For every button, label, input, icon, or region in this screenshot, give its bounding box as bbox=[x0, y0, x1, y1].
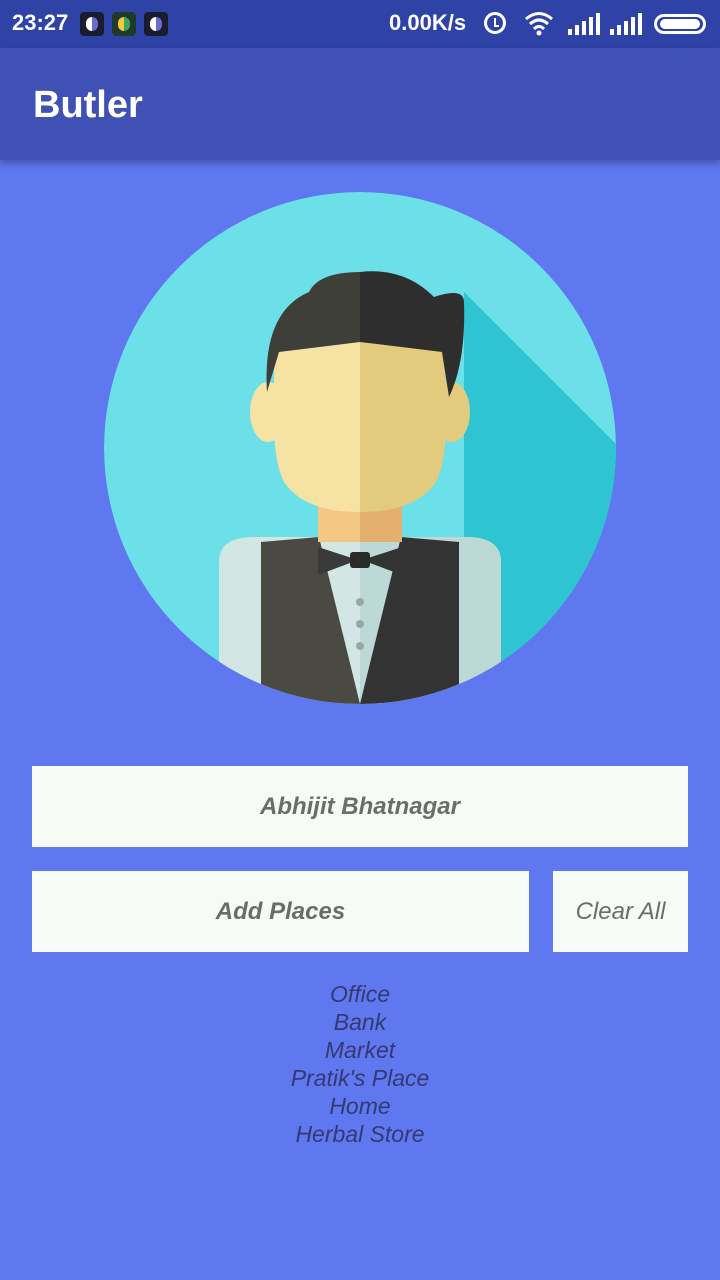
place-item-pratiks-place: Pratik's Place bbox=[290, 1065, 430, 1091]
app-notification-icon bbox=[144, 12, 168, 36]
network-speed: 0.00K/s bbox=[389, 10, 467, 35]
app-title: Butler bbox=[33, 84, 143, 126]
clear-all-label: Clear All bbox=[575, 897, 666, 925]
app-bar: Butler bbox=[0, 48, 720, 160]
add-places-label: Add Places bbox=[215, 897, 346, 925]
wifi-icon bbox=[525, 12, 553, 36]
butler-avatar-icon bbox=[104, 192, 616, 704]
status-bar: 23:27 0.00K/s bbox=[0, 0, 720, 48]
app-notification-icon bbox=[112, 12, 136, 36]
signal-icon bbox=[568, 13, 600, 35]
alarm-icon bbox=[484, 12, 506, 34]
places-list: Office Bank Market Pratik's Place Home H… bbox=[0, 980, 720, 1148]
place-item-home: Home bbox=[329, 1093, 391, 1119]
place-item-market: Market bbox=[324, 1037, 396, 1063]
place-item-bank: Bank bbox=[333, 1009, 387, 1035]
status-time: 23:27 bbox=[12, 10, 69, 35]
signal-icon bbox=[610, 13, 642, 35]
clear-all-button[interactable]: Clear All bbox=[553, 871, 688, 952]
place-item-herbal-store: Herbal Store bbox=[295, 1121, 425, 1147]
place-item-office: Office bbox=[329, 981, 391, 1007]
battery-icon bbox=[654, 14, 706, 34]
app-notification-icon bbox=[80, 12, 104, 36]
add-places-button[interactable]: Add Places bbox=[32, 871, 529, 952]
name-field[interactable]: Abhijit Bhatnagar bbox=[32, 766, 688, 847]
name-value: Abhijit Bhatnagar bbox=[259, 792, 460, 820]
